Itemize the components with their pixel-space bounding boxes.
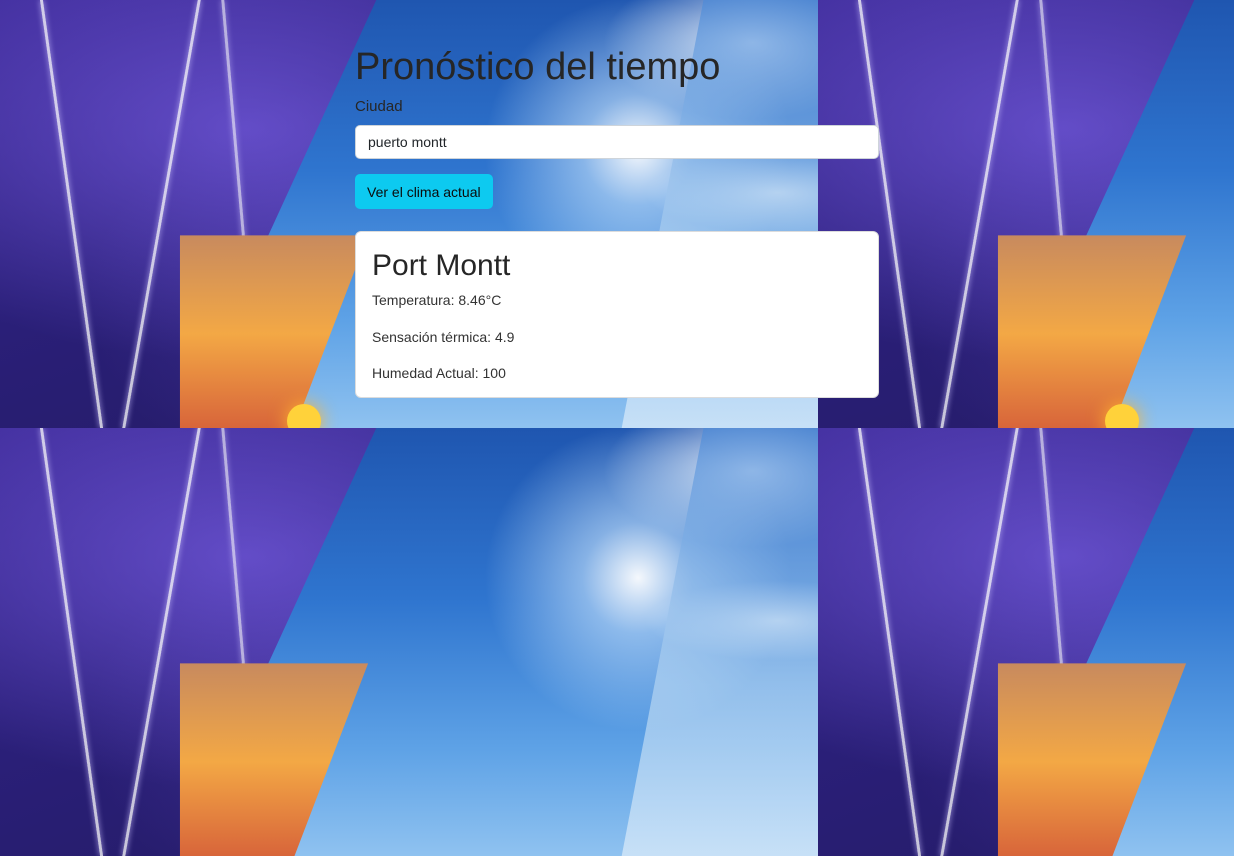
weather-card: Port Montt Temperatura: 8.46°C Sensación… xyxy=(355,231,879,398)
background-tile xyxy=(818,428,1234,856)
page-title: Pronóstico del tiempo xyxy=(355,46,721,88)
humidity-text: Humedad Actual: 100 xyxy=(372,365,506,381)
temperature-text: Temperatura: 8.46°C xyxy=(372,292,502,308)
city-name: Port Montt xyxy=(372,249,511,282)
city-label: Ciudad xyxy=(355,98,403,115)
background-tile xyxy=(818,0,1234,428)
feels-like-text: Sensación térmica: 4.9 xyxy=(372,329,515,345)
city-input[interactable] xyxy=(355,125,879,159)
show-weather-button[interactable]: Ver el clima actual xyxy=(355,174,493,209)
background-tile xyxy=(0,428,818,856)
